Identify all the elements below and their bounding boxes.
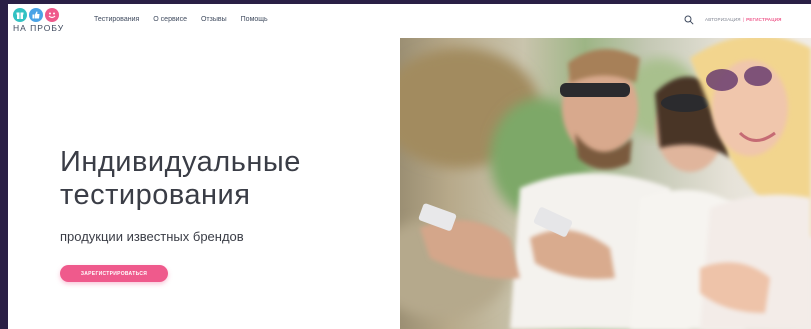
main-nav: Тестирования О сервисе Отзывы Помощь — [94, 16, 268, 23]
auth-links: АВТОРИЗАЦИЯ | РЕГИСТРАЦИЯ — [705, 17, 782, 22]
logo-icons — [13, 8, 73, 22]
login-link[interactable]: АВТОРИЗАЦИЯ — [705, 17, 741, 22]
gift-icon — [13, 8, 27, 22]
nav-item-reviews[interactable]: Отзывы — [201, 16, 227, 23]
page: НА ПРОБУ Тестирования О сервисе Отзывы П… — [8, 4, 811, 329]
hero-title-line-1: Индивидуальные — [60, 146, 301, 178]
header: НА ПРОБУ Тестирования О сервисе Отзывы П… — [8, 4, 811, 38]
logo-text: НА ПРОБУ — [13, 23, 65, 33]
hero-photo — [400, 38, 811, 329]
nav-item-help[interactable]: Помощь — [241, 16, 268, 23]
hero-photo-illustration — [400, 38, 811, 329]
hero-title: Индивидуальные тестирования — [60, 146, 380, 212]
nav-item-about[interactable]: О сервисе — [153, 16, 187, 23]
thumbs-up-icon — [29, 8, 43, 22]
logo[interactable]: НА ПРОБУ — [13, 8, 73, 36]
hero-subtitle: продукции известных брендов — [60, 229, 244, 244]
nav-item-tests[interactable]: Тестирования — [94, 16, 139, 23]
register-button[interactable]: ЗАРЕГИСТРИРОВАТЬСЯ — [60, 265, 168, 282]
smile-icon — [45, 8, 59, 22]
auth-separator: | — [742, 17, 745, 22]
register-link[interactable]: РЕГИСТРАЦИЯ — [746, 17, 782, 22]
search-icon[interactable] — [684, 15, 694, 25]
hero-title-line-2: тестирования — [60, 179, 251, 211]
